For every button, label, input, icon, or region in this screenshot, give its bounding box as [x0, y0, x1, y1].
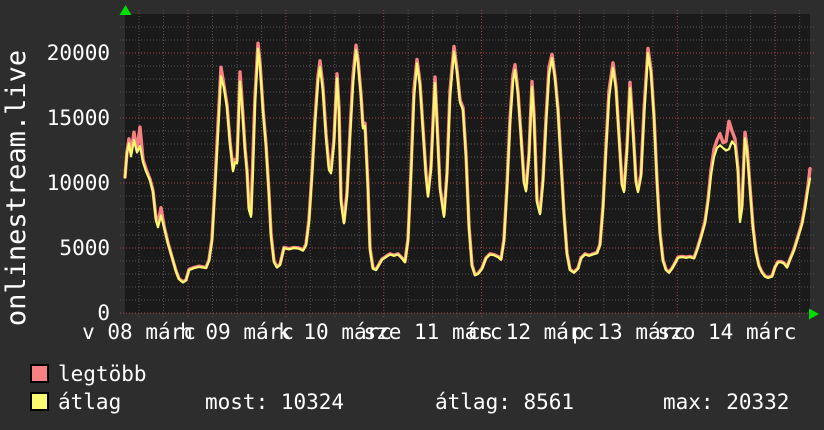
legend-label-avg: átlag — [58, 390, 122, 414]
legend-label-max: legtöbb — [58, 362, 147, 386]
y-tick-label: 20000 — [46, 41, 110, 65]
x-tick-label: szo 14 márc — [657, 320, 797, 344]
x-tick-label: h 09 márc — [180, 320, 294, 344]
graph-image: onlinestream.live 0 5000 10000 15000 20000 v … — [0, 0, 824, 430]
stat-max: max: 20332 — [663, 390, 790, 414]
stat-avg: átlag: 8561 — [435, 390, 575, 414]
legend-swatch-max — [30, 364, 49, 383]
y-tick-label: 10000 — [46, 171, 110, 195]
stat-most: most: 10324 — [205, 390, 345, 414]
x-tick-label: v 08 márc — [82, 320, 196, 344]
legend-swatch-avg — [30, 392, 49, 411]
x-axis-arrow-icon — [809, 308, 819, 320]
y-tick-label: 15000 — [46, 106, 110, 130]
y-axis-arrow-icon — [119, 5, 132, 15]
y-tick-label: 5000 — [59, 236, 110, 260]
